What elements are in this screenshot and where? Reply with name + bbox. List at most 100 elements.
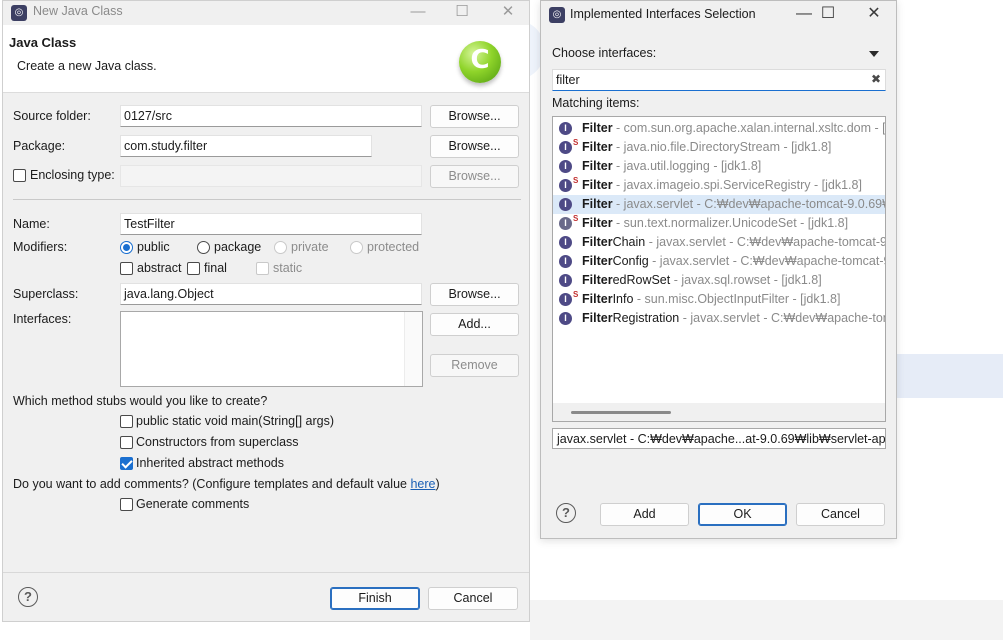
list-item-qualifier: - sun.text.normalizer.UnicodeSet - [jdk1… — [612, 216, 849, 230]
list-item[interactable]: I S Filter - java.nio.file.DirectoryStream… — [553, 138, 885, 157]
view-menu-icon[interactable] — [869, 51, 879, 57]
modifier-public-radio[interactable] — [120, 241, 133, 254]
help-icon[interactable]: ? — [18, 587, 38, 607]
interfaces-list-scrollbar[interactable] — [404, 312, 422, 386]
modifier-abstract-label: abstract — [137, 261, 182, 275]
private-interface-icon: I — [559, 217, 572, 230]
list-item[interactable]: I S Filter - javax.imageio.spi.ServiceRegi… — [553, 176, 885, 195]
list-item-label: FilterChain - javax.servlet - C:₩dev₩apa… — [582, 235, 885, 249]
list-item-qualifier: - sun.misc.ObjectInputFilter - [jdk1.8] — [633, 292, 841, 306]
list-item-qualifier: - javax.sql.rowset - [jdk1.8] — [670, 273, 822, 287]
add-button[interactable]: Add — [600, 503, 689, 526]
interface-icon: I — [559, 274, 572, 287]
static-marker: S — [573, 176, 579, 185]
cancel-button[interactable]: Cancel — [796, 503, 885, 526]
finish-button[interactable]: Finish — [330, 587, 420, 610]
minimize-icon[interactable]: — — [395, 1, 441, 25]
source-folder-label: Source folder: — [13, 109, 91, 123]
choose-interfaces-label: Choose interfaces: — [552, 46, 657, 60]
list-item[interactable]: I Filter - java.util.logging - [jdk1.8] — [553, 157, 885, 176]
generate-comments-checkbox[interactable] — [120, 498, 133, 511]
modifier-package-radio[interactable] — [197, 241, 210, 254]
superclass-field[interactable]: java.lang.Object — [120, 283, 422, 305]
list-item-suffix: Registration — [612, 311, 680, 325]
list-item-label: FilterRegistration - javax.servlet - C:₩… — [582, 311, 885, 325]
modifier-final-checkbox[interactable] — [187, 262, 200, 275]
package-label: Package: — [13, 139, 66, 153]
name-field[interactable]: TestFilter — [120, 213, 422, 235]
list-item-qualifier: - javax.servlet - C:₩dev₩apache-tomcat-9… — [652, 254, 885, 268]
ok-button[interactable]: OK — [698, 503, 787, 526]
help-icon[interactable]: ? — [556, 503, 576, 523]
interface-icon: I — [559, 293, 572, 306]
enclosing-type-browse-button: Browse... — [430, 165, 519, 188]
enclosing-type-field — [120, 165, 422, 187]
list-item-match: Filter — [582, 273, 613, 287]
list-item-match: Filter — [582, 292, 613, 306]
eclipse-icon: ◎ — [11, 5, 27, 21]
interface-icon: I — [559, 312, 572, 325]
list-item[interactable]: I FilteredRowSet - javax.sql.rowset - [jd… — [553, 271, 885, 290]
list-item-match: Filter — [582, 311, 613, 325]
static-marker: S — [573, 138, 579, 147]
scrollbar-thumb[interactable] — [571, 411, 671, 414]
configure-templates-link[interactable]: here — [410, 477, 435, 491]
interface-icon: I — [559, 198, 572, 211]
interface-icon: I — [559, 236, 572, 249]
list-item-match: Filter — [582, 178, 613, 192]
stub-main-label: public static void main(String[] args) — [136, 414, 334, 428]
list-item[interactable]: I S Filter - sun.text.normalizer.UnicodeSe… — [553, 214, 885, 233]
list-item-match: Filter — [582, 235, 613, 249]
list-item[interactable]: I FilterChain - javax.servlet - C:₩dev₩ap… — [553, 233, 885, 252]
list-item[interactable]: I FilterConfig - javax.servlet - C:₩dev₩a… — [553, 252, 885, 271]
list-item[interactable]: I FilterRegistration - javax.servlet - C:… — [553, 309, 885, 328]
interfaces-label: Interfaces: — [13, 312, 72, 326]
list-item[interactable]: I Filter - javax.servlet - C:₩dev₩apache-… — [553, 195, 885, 214]
title-bar: ◎ Implemented Interfaces Selection — ☐ ✕ — [541, 1, 896, 29]
comments-question-close: ) — [435, 477, 440, 491]
separator — [13, 199, 521, 200]
clear-filter-icon[interactable]: ✖ — [871, 72, 881, 86]
package-browse-button[interactable]: Browse... — [430, 135, 519, 158]
matching-items-list[interactable]: I Filter - com.sun.org.apache.xalan.inter… — [552, 116, 886, 422]
maximize-icon[interactable]: ☐ — [439, 1, 485, 25]
list-item-suffix: Info — [612, 292, 634, 306]
modifier-abstract-checkbox[interactable] — [120, 262, 133, 275]
cancel-button[interactable]: Cancel — [428, 587, 518, 610]
package-field[interactable]: com.study.filter — [120, 135, 372, 157]
close-icon[interactable]: ✕ — [485, 1, 531, 25]
stub-main-checkbox[interactable] — [120, 415, 133, 428]
list-item-qualifier: - javax.servlet - C:₩dev₩apache-tomcat-9… — [682, 311, 885, 325]
interface-icon: I — [559, 160, 572, 173]
add-interface-button[interactable]: Add... — [430, 313, 519, 336]
enclosing-type-checkbox[interactable] — [13, 169, 26, 182]
background-strip — [530, 600, 1003, 640]
qualifier-field: javax.servlet - C:₩dev₩apache...at-9.0.6… — [552, 428, 886, 449]
window-title: New Java Class — [33, 4, 123, 18]
stub-constructors-checkbox[interactable] — [120, 436, 133, 449]
maximize-icon[interactable]: ☐ — [805, 1, 851, 29]
filter-input[interactable]: filter ✖ — [552, 69, 886, 91]
list-item-qualifier: - com.sun.org.apache.xalan.internal.xslt… — [616, 121, 885, 135]
stub-inherited-label: Inherited abstract methods — [136, 456, 284, 470]
source-folder-browse-button[interactable]: Browse... — [430, 105, 519, 128]
list-item-label: FilterConfig - javax.servlet - C:₩dev₩ap… — [582, 254, 885, 268]
interface-icon: I — [559, 122, 572, 135]
window-title: Implemented Interfaces Selection — [570, 7, 756, 21]
close-icon[interactable]: ✕ — [851, 1, 897, 29]
java-class-logo-icon: C — [459, 41, 501, 83]
list-item[interactable]: I S FilterInfo - sun.misc.ObjectInputFilte… — [553, 290, 885, 309]
modifier-public-label: public — [137, 240, 170, 254]
superclass-browse-button[interactable]: Browse... — [430, 283, 519, 306]
source-folder-field[interactable]: 0127/src — [120, 105, 422, 127]
list-item[interactable]: I Filter - com.sun.org.apache.xalan.inter… — [553, 119, 885, 138]
banner-title: Java Class — [9, 35, 77, 50]
interface-icon: I — [559, 141, 572, 154]
list-item-match: Filter — [582, 197, 613, 211]
interfaces-list[interactable] — [120, 311, 423, 387]
list-item-suffix: edRowSet — [612, 273, 671, 287]
list-item-label: Filter - com.sun.org.apache.xalan.intern… — [582, 121, 885, 135]
horizontal-scrollbar[interactable] — [553, 403, 885, 421]
stub-inherited-checkbox[interactable] — [120, 457, 133, 470]
list-item-qualifier: - java.nio.file.DirectoryStream - [jdk1.… — [612, 140, 832, 154]
